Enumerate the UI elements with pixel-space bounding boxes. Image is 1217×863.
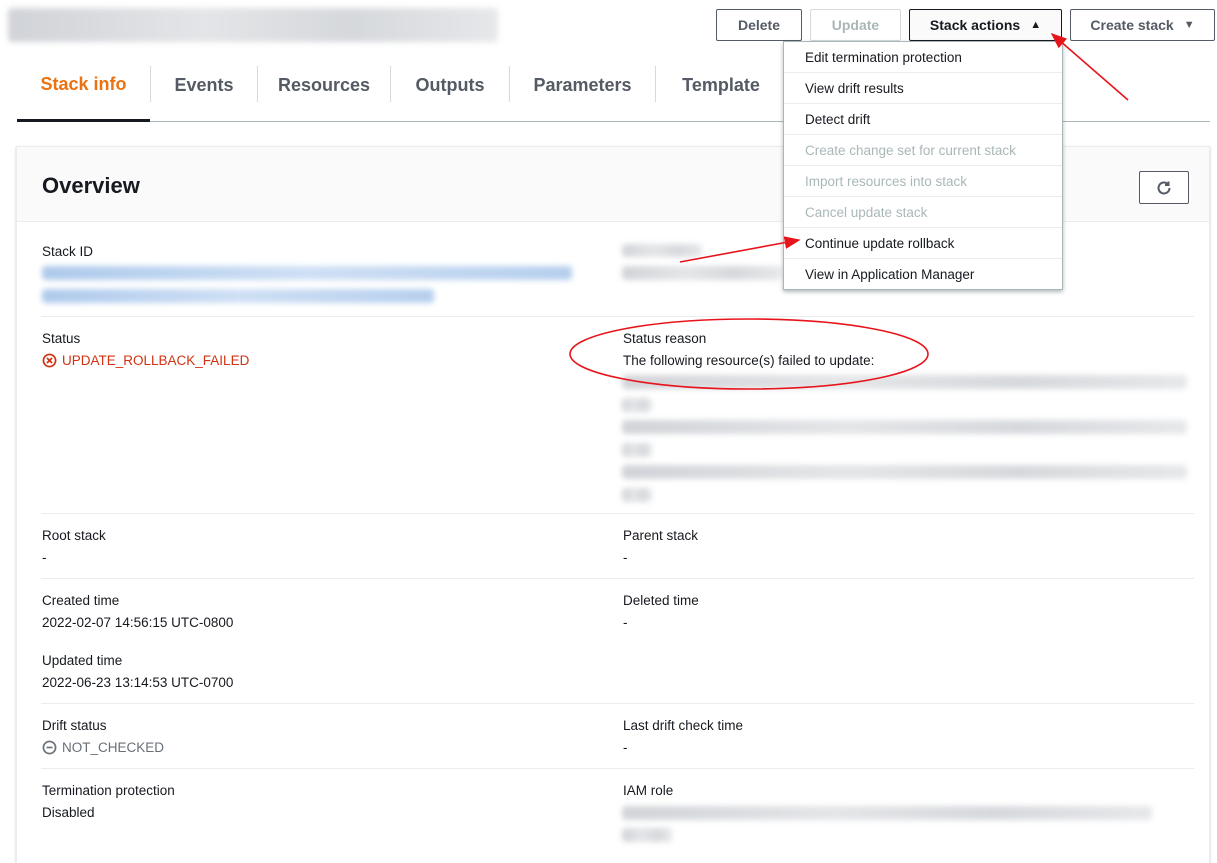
create-stack-button[interactable]: Create stack ▼: [1070, 9, 1215, 41]
row-divider: [41, 768, 1194, 769]
failed-resource-redacted: [622, 443, 652, 457]
parent-stack-value: -: [623, 550, 628, 565]
status-value: UPDATE_ROLLBACK_FAILED: [42, 353, 249, 368]
menu-item-import-resources: Import resources into stack: [784, 166, 1062, 197]
tab-template[interactable]: Template: [656, 50, 786, 121]
stack-id-link-redacted[interactable]: [42, 266, 572, 280]
menu-item-view-in-application-manager[interactable]: View in Application Manager: [784, 259, 1062, 290]
failed-resource-redacted: [622, 488, 652, 502]
minus-circle-icon: [42, 740, 57, 755]
overview-title: Overview: [42, 173, 140, 198]
updated-time-value: 2022-06-23 13:14:53 UTC-0700: [42, 675, 234, 690]
last-drift-check-label: Last drift check time: [623, 718, 744, 733]
menu-item-view-drift-results[interactable]: View drift results: [784, 73, 1062, 104]
stack-name-title-redacted: [8, 8, 498, 42]
created-time-label: Created time: [42, 593, 120, 608]
created-time-value: 2022-02-07 14:56:15 UTC-0800: [42, 615, 234, 630]
drift-status-value: NOT_CHECKED: [42, 740, 164, 755]
termination-protection-value: Disabled: [42, 805, 95, 820]
row-divider: [41, 316, 1194, 317]
menu-item-detect-drift[interactable]: Detect drift: [784, 104, 1062, 135]
status-label: Status: [42, 331, 81, 346]
row-divider: [41, 703, 1194, 704]
status-reason-label: Status reason: [623, 331, 707, 346]
error-icon: [42, 353, 57, 368]
tab-events[interactable]: Events: [151, 50, 257, 121]
drift-status-label: Drift status: [42, 718, 107, 733]
menu-item-cancel-update-stack: Cancel update stack: [784, 197, 1062, 228]
stack-id-label: Stack ID: [42, 244, 94, 259]
tab-resources[interactable]: Resources: [258, 50, 390, 121]
iam-role-label: IAM role: [623, 783, 674, 798]
deleted-time-value: -: [623, 615, 628, 630]
stack-actions-menu: Edit termination protection View drift r…: [783, 41, 1063, 290]
iam-role-value-redacted: [622, 806, 1152, 820]
cloudformation-stack-page: Delete Update Stack actions ▲ Create sta…: [0, 0, 1217, 863]
last-drift-check-value: -: [623, 740, 628, 755]
row-divider: [41, 578, 1194, 579]
tab-stack-info[interactable]: Stack info: [17, 50, 150, 122]
failed-resource-redacted: [622, 465, 1187, 479]
iam-role-value-redacted: [622, 828, 672, 842]
row-divider: [41, 513, 1194, 514]
menu-item-continue-update-rollback[interactable]: Continue update rollback: [784, 228, 1062, 259]
failed-resource-redacted: [622, 420, 1187, 434]
termination-protection-label: Termination protection: [42, 783, 175, 798]
caret-up-icon: ▲: [1030, 19, 1042, 31]
caret-down-icon: ▼: [1183, 19, 1195, 31]
description-value-redacted: [622, 266, 782, 280]
root-stack-label: Root stack: [42, 528, 106, 543]
stack-id-link-redacted[interactable]: [42, 289, 434, 303]
menu-item-create-change-set: Create change set for current stack: [784, 135, 1062, 166]
updated-time-label: Updated time: [42, 653, 123, 668]
description-label-redacted: [622, 244, 702, 257]
status-reason-value: The following resource(s) failed to upda…: [623, 353, 875, 368]
refresh-button[interactable]: [1139, 171, 1189, 204]
delete-button[interactable]: Delete: [716, 9, 802, 41]
root-stack-value: -: [42, 550, 47, 565]
stack-actions-button[interactable]: Stack actions ▲: [909, 9, 1062, 41]
update-button: Update: [810, 9, 901, 41]
parent-stack-label: Parent stack: [623, 528, 699, 543]
failed-resource-redacted: [622, 375, 1187, 389]
refresh-icon: [1157, 181, 1171, 194]
menu-item-edit-termination-protection[interactable]: Edit termination protection: [784, 42, 1062, 73]
tab-parameters[interactable]: Parameters: [510, 50, 655, 121]
deleted-time-label: Deleted time: [623, 593, 699, 608]
failed-resource-redacted: [622, 398, 652, 412]
tab-outputs[interactable]: Outputs: [391, 50, 509, 121]
